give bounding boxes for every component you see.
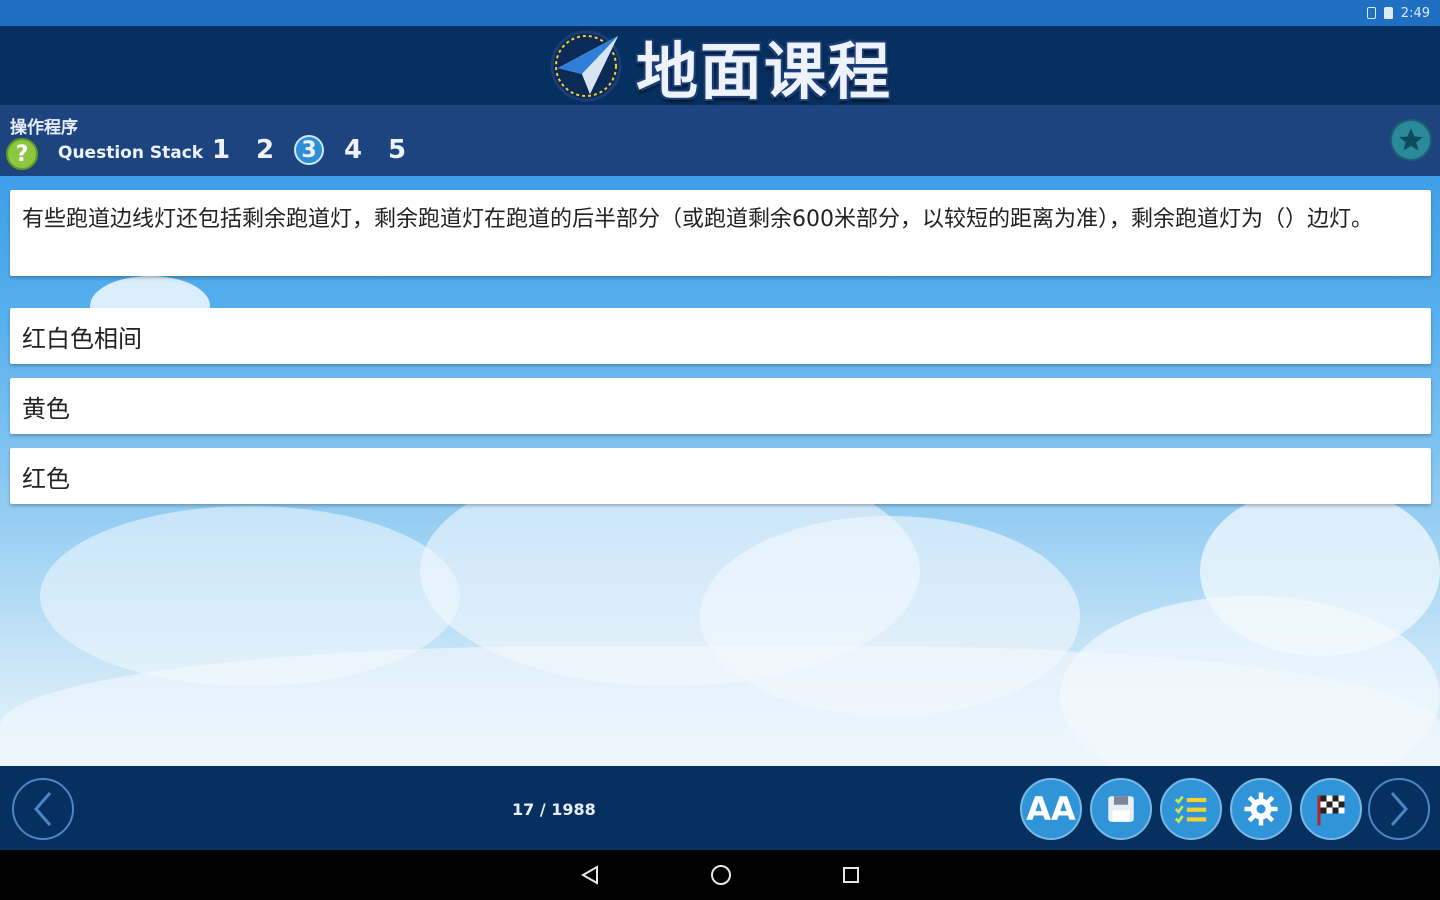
checkered-flag-icon	[1317, 795, 1345, 826]
star-icon	[1399, 128, 1423, 151]
save-button[interactable]	[1090, 778, 1152, 840]
bottom-toolbar: 17 / 1988 AA	[0, 766, 1440, 850]
home-circle-icon[interactable]	[709, 863, 733, 887]
cloud-decoration	[0, 646, 1440, 766]
next-button[interactable]	[1368, 778, 1430, 840]
back-triangle-icon[interactable]	[579, 864, 601, 886]
settings-button[interactable]	[1230, 778, 1292, 840]
help-icon[interactable]: ?	[6, 138, 38, 170]
question-card: 有些跑道边线灯还包括剩余跑道灯，剩余跑道灯在跑道的后半部分（或跑道剩余600米部…	[10, 190, 1431, 276]
font-size-icon: AA	[1026, 790, 1076, 828]
stack-item-1[interactable]: 1	[206, 135, 236, 165]
question-counter: 17 / 1988	[512, 800, 596, 819]
stack-item-4[interactable]: 4	[338, 135, 368, 165]
app-screen: 2:49 地面课程 操作程序 ? Question Stack 1 2 3 4 …	[0, 0, 1440, 900]
floppy-disk-icon	[1108, 796, 1134, 822]
app-title: 地面课程	[635, 34, 892, 108]
question-list-button[interactable]	[1160, 778, 1222, 840]
answer-option-2[interactable]: 黄色	[10, 378, 1431, 434]
previous-button[interactable]	[12, 778, 74, 840]
stack-item-3[interactable]: 3	[294, 135, 324, 165]
question-stack: 1 2 3 4 5	[206, 135, 412, 165]
answer-option-3[interactable]: 红色	[10, 448, 1431, 504]
question-stack-label: Question Stack	[58, 143, 204, 163]
recents-square-icon[interactable]	[841, 865, 861, 885]
sim-icon	[1366, 7, 1376, 19]
finish-exam-button[interactable]	[1300, 778, 1362, 840]
stack-item-5[interactable]: 5	[382, 135, 412, 165]
checklist-icon	[1174, 795, 1207, 824]
category-label: 操作程序	[10, 118, 78, 138]
status-time: 2:49	[1400, 5, 1430, 21]
android-navigation-bar	[0, 850, 1440, 900]
chevron-right-icon	[1390, 792, 1408, 826]
chevron-left-icon	[34, 792, 52, 826]
battery-icon	[1383, 7, 1393, 19]
answer-option-1[interactable]: 红白色相间	[10, 308, 1431, 364]
favorite-star-icon[interactable]	[1390, 119, 1432, 161]
app-header: 地面课程	[0, 26, 1440, 108]
question-toolbar: 操作程序 ? Question Stack 1 2 3 4 5	[0, 105, 1440, 176]
gear-icon	[1244, 792, 1278, 826]
paper-plane-logo-icon	[550, 30, 622, 101]
stack-item-2[interactable]: 2	[250, 135, 280, 165]
content-area: 有些跑道边线灯还包括剩余跑道灯，剩余跑道灯在跑道的后半部分（或跑道剩余600米部…	[0, 176, 1440, 766]
font-size-button[interactable]: AA	[1020, 778, 1082, 840]
